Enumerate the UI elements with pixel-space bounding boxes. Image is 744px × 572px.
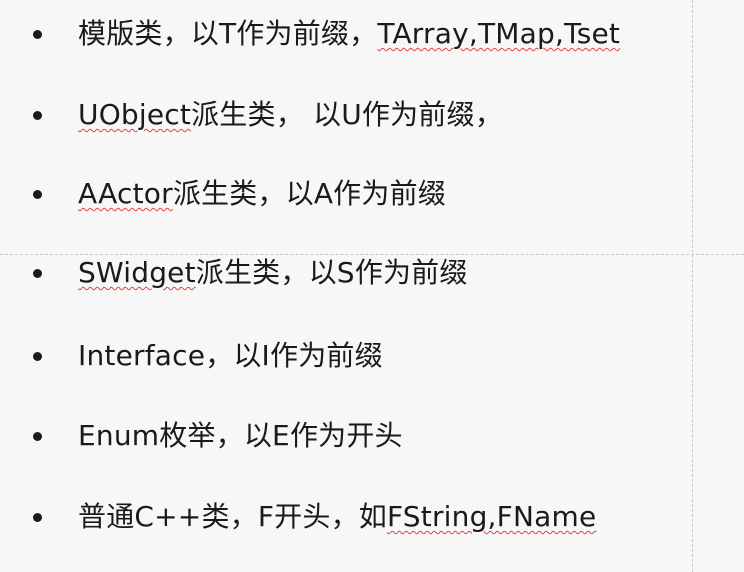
- list-item-interface: Interface，以I作为前缀: [0, 334, 690, 378]
- bullet-icon: [33, 190, 42, 199]
- spellcheck-flagged-text: AActor: [78, 177, 173, 210]
- bullet-icon: [33, 513, 42, 522]
- item-text-segment: 模版类，以T作为前缀，: [78, 17, 378, 50]
- list-item-plain-cpp: 普通C++类，F开头，如FString,FName: [0, 495, 690, 539]
- bullet-icon: [33, 432, 42, 441]
- item-text: Enum枚举，以E作为开头: [78, 414, 403, 458]
- item-text-segment: 派生类，以A作为前缀: [172, 177, 446, 210]
- item-text-segment: 派生类， 以U作为前缀，: [191, 98, 503, 131]
- item-text: SWidget派生类，以S作为前缀: [78, 251, 468, 295]
- item-text: 模版类，以T作为前缀，TArray,TMap,Tset: [78, 12, 620, 56]
- item-text-segment: Enum枚举，以E作为开头: [78, 419, 403, 452]
- item-text: UObject派生类， 以U作为前缀，: [78, 93, 503, 137]
- spellcheck-flagged-text: FString,FName: [386, 500, 597, 533]
- item-text-segment: Interface，以I作为前缀: [78, 339, 383, 372]
- spellcheck-flagged-text: UObject: [78, 98, 192, 131]
- bullet-icon: [33, 111, 42, 120]
- list-item-swidget: SWidget派生类，以S作为前缀: [0, 251, 690, 295]
- item-text-segment: 派生类，以S作为前缀: [195, 256, 468, 289]
- spellcheck-flagged-text: TArray,TMap,Tset: [377, 17, 621, 50]
- item-text: Interface，以I作为前缀: [78, 334, 383, 378]
- bullet-icon: [33, 352, 42, 361]
- list-item-aactor: AActor派生类，以A作为前缀: [0, 172, 690, 216]
- list-item-enum: Enum枚举，以E作为开头: [0, 414, 690, 458]
- item-text-segment: 普通C++类，F开头，如: [78, 500, 387, 533]
- list-item-template-classes: 模版类，以T作为前缀，TArray,TMap,Tset: [0, 12, 690, 56]
- list-item-uobject: UObject派生类， 以U作为前缀，: [0, 93, 690, 137]
- item-text: AActor派生类，以A作为前缀: [78, 172, 446, 216]
- bullet-icon: [33, 269, 42, 278]
- item-text: 普通C++类，F开头，如FString,FName: [78, 495, 596, 539]
- spellcheck-flagged-text: SWidget: [78, 256, 196, 289]
- vertical-guide-line: [692, 0, 693, 572]
- bullet-icon: [33, 30, 42, 39]
